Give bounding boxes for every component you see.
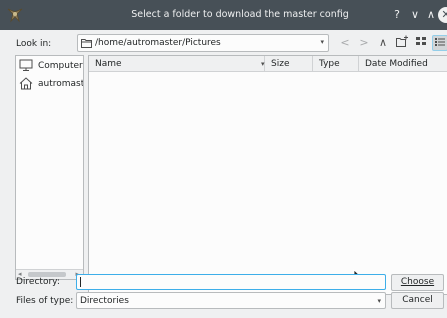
window-title: Select a folder to download the master c… xyxy=(131,9,349,20)
file-dialog: Look in: /home/autromaster/Pictures ▾ < … xyxy=(0,30,447,318)
new-folder-button[interactable] xyxy=(394,35,410,51)
list-view-button[interactable] xyxy=(413,35,429,51)
column-date-modified[interactable]: Date Modified xyxy=(359,56,447,72)
computer-icon xyxy=(19,59,33,71)
column-size[interactable]: Size xyxy=(265,56,313,72)
maximize-button[interactable]: ∧ xyxy=(424,8,438,22)
chevron-down-icon: ▾ xyxy=(377,297,381,305)
up-button[interactable]: ∧ xyxy=(375,35,391,51)
column-header: Name ▾ Size Type Date Modified xyxy=(89,56,447,72)
home-icon xyxy=(19,77,33,90)
sidebar-item-label: Computer xyxy=(38,61,83,71)
help-button[interactable]: ? xyxy=(390,8,404,22)
back-button[interactable]: < xyxy=(337,35,353,51)
directory-label: Directory: xyxy=(16,277,60,287)
minimize-button[interactable]: ∨ xyxy=(408,8,422,22)
file-list[interactable]: Name ▾ Size Type Date Modified xyxy=(88,55,447,295)
choose-button[interactable]: Choose xyxy=(391,274,444,291)
look-in-path: /home/autromaster/Pictures xyxy=(95,38,221,48)
look-in-label: Look in: xyxy=(16,39,52,49)
text-caret xyxy=(80,277,81,287)
chevron-down-icon: ▾ xyxy=(320,38,324,46)
detail-view-button[interactable] xyxy=(432,35,447,51)
folder-icon xyxy=(81,38,92,48)
places-sidebar[interactable]: Computer autromast ◂ ▸ xyxy=(15,55,84,280)
files-of-type-label: Files of type: xyxy=(16,296,74,306)
directory-input[interactable] xyxy=(76,274,386,290)
list-view-icon xyxy=(416,37,426,45)
files-of-type-combo[interactable]: Directories ▾ xyxy=(76,292,386,309)
column-type[interactable]: Type xyxy=(313,56,359,72)
column-label: Type xyxy=(319,59,340,69)
sort-indicator-icon: ▾ xyxy=(261,60,265,68)
title-bar[interactable]: Select a folder to download the master c… xyxy=(0,0,447,30)
column-name[interactable]: Name xyxy=(89,56,265,72)
sidebar-item-label: autromast xyxy=(38,79,84,89)
new-folder-icon xyxy=(396,35,408,47)
look-in-combo[interactable]: /home/autromaster/Pictures ▾ xyxy=(77,34,329,52)
column-label: Name xyxy=(95,59,122,69)
detail-view-icon xyxy=(435,38,445,46)
column-label: Size xyxy=(271,59,290,69)
forward-button[interactable]: > xyxy=(356,35,372,51)
column-label: Date Modified xyxy=(365,59,428,69)
cancel-button[interactable]: Cancel xyxy=(391,292,444,309)
close-button[interactable]: ✕ xyxy=(438,7,447,23)
files-of-type-value: Directories xyxy=(80,296,129,306)
